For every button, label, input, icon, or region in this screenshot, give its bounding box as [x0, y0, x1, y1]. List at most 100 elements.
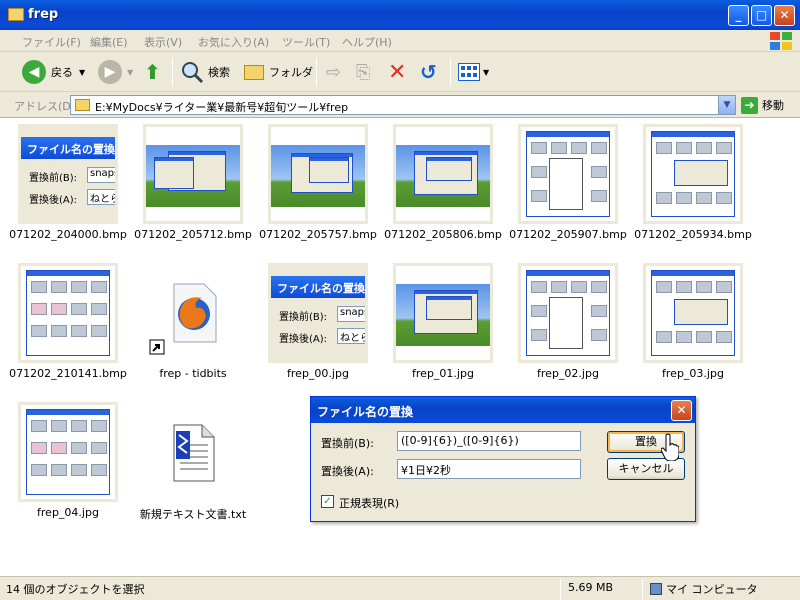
- folders-button[interactable]: フォルダ: [244, 58, 313, 86]
- minimize-button[interactable]: _: [728, 5, 749, 26]
- computer-icon: [650, 583, 662, 595]
- thumb-after-label: 置換後(A):: [29, 195, 78, 206]
- toolbar: ◀ 戻る ▼ ▶ ▼ ⬆ 検索 フォルダ ⇨ ⎘ ✕ ↺ ▼: [0, 52, 800, 92]
- file-item[interactable]: ファイル名の置換 置換前(B): snapsh 置換後(A): ねとら frep…: [268, 263, 368, 380]
- thumb-after-label: 置換後(A):: [279, 334, 328, 345]
- menu-view[interactable]: 表示(V): [144, 34, 182, 50]
- chevron-down-icon: ▼: [127, 67, 134, 77]
- file-name: 071202_205907.bmp: [509, 228, 627, 241]
- file-thumbnail: [268, 124, 368, 224]
- go-button[interactable]: ➔ 移動: [741, 96, 784, 114]
- file-item[interactable]: 新規テキスト文書.txt: [140, 402, 246, 522]
- thumb-after-field: ねとら: [337, 328, 365, 344]
- up-folder-button[interactable]: ⬆: [144, 58, 161, 86]
- chevron-down-icon: ▼: [79, 67, 86, 77]
- delete-x-icon: ✕: [388, 59, 407, 85]
- folders-label: フォルダ: [269, 66, 313, 79]
- copy-to-icon: ⎘: [356, 61, 371, 83]
- back-button[interactable]: ◀ 戻る ▼: [22, 58, 85, 86]
- status-location-label: マイ コンピュータ: [666, 583, 758, 596]
- windows-logo-icon: [768, 31, 794, 51]
- file-item[interactable]: 071202_205757.bmp: [259, 124, 377, 241]
- file-thumbnail: [393, 263, 493, 363]
- file-item[interactable]: frep_01.jpg: [393, 263, 493, 380]
- forward-button[interactable]: ▶ ▼: [98, 58, 133, 86]
- menu-help[interactable]: ヘルプ(H): [342, 34, 392, 50]
- back-arrow-icon: ◀: [22, 60, 46, 84]
- file-item[interactable]: frep_02.jpg: [518, 263, 618, 380]
- window-title: frep: [28, 7, 59, 22]
- file-thumbnail: [518, 263, 618, 363]
- close-button[interactable]: ✕: [774, 5, 795, 26]
- file-name: 071202_205806.bmp: [384, 228, 502, 241]
- folder-icon: [75, 99, 90, 111]
- search-icon: [182, 62, 204, 84]
- file-item[interactable]: 071202_210141.bmp: [9, 263, 127, 380]
- file-name: frep_03.jpg: [662, 367, 724, 380]
- copy-to-button[interactable]: ⎘: [356, 58, 370, 86]
- menu-edit[interactable]: 編集(E): [90, 34, 128, 50]
- status-selection: 14 個のオブジェクトを選択: [6, 583, 145, 596]
- file-thumbnail: [18, 402, 118, 502]
- firefox-shortcut-icon: [149, 283, 217, 355]
- file-name: 071202_205712.bmp: [134, 228, 252, 241]
- file-item[interactable]: frep_03.jpg: [643, 263, 743, 380]
- file-name: 新規テキスト文書.txt: [139, 508, 247, 521]
- file-name: frep_02.jpg: [537, 367, 599, 380]
- forward-arrow-icon: ▶: [98, 60, 122, 84]
- file-thumbnail: ファイル名の置換 置換前(B): snapsh 置換後(A): ねとら: [18, 124, 118, 224]
- address-input[interactable]: E:¥MyDocs¥ライター業¥最新号¥超旬ツール¥frep ▼: [70, 95, 736, 115]
- delete-button[interactable]: ✕: [388, 58, 406, 86]
- file-item[interactable]: 071202_205806.bmp: [384, 124, 502, 241]
- menu-bar: ファイル(F) 編集(E) 表示(V) お気に入り(A) ツール(T) ヘルプ(…: [0, 30, 800, 52]
- address-label: アドレス(D): [14, 100, 76, 113]
- after-input[interactable]: ¥1日¥2秒: [397, 459, 581, 479]
- folder-icon: [8, 8, 24, 21]
- file-item[interactable]: frep_04.jpg: [18, 402, 118, 519]
- title-bar[interactable]: frep _ □ ✕: [0, 0, 800, 30]
- search-button[interactable]: 検索: [180, 58, 230, 86]
- thumb-dialog-title: ファイル名の置換: [21, 137, 115, 159]
- status-location: マイ コンピュータ: [650, 581, 758, 597]
- back-label: 戻る: [51, 66, 73, 79]
- views-button[interactable]: ▼: [458, 58, 489, 86]
- dialog-title-bar[interactable]: ファイル名の置換 ✕: [311, 397, 695, 423]
- file-item[interactable]: ファイル名の置換 置換前(B): snapsh 置換後(A): ねとら 0712…: [9, 124, 127, 241]
- file-name: frep_01.jpg: [412, 367, 474, 380]
- menu-file[interactable]: ファイル(F): [22, 34, 81, 50]
- file-name: 071202_204000.bmp: [9, 228, 127, 241]
- dialog-close-button[interactable]: ✕: [671, 400, 692, 421]
- file-name: 071202_205934.bmp: [634, 228, 752, 241]
- file-item[interactable]: 071202_205934.bmp: [634, 124, 752, 241]
- views-icon: [458, 63, 480, 81]
- cancel-button[interactable]: キャンセル: [607, 458, 685, 480]
- file-name: frep - tidbits: [159, 367, 227, 380]
- status-bar: 14 個のオブジェクトを選択 5.69 MB マイ コンピュータ: [0, 576, 800, 600]
- regex-checkbox[interactable]: ✓: [321, 495, 334, 508]
- file-name: 071202_210141.bmp: [9, 367, 127, 380]
- file-name: 071202_205757.bmp: [259, 228, 377, 241]
- file-item[interactable]: frep - tidbits: [143, 263, 243, 380]
- undo-icon: ↺: [420, 60, 437, 84]
- address-dropdown-button[interactable]: ▼: [718, 96, 735, 114]
- go-arrow-icon: ➔: [741, 96, 758, 114]
- file-item[interactable]: 071202_205712.bmp: [134, 124, 252, 241]
- file-thumbnail: [143, 124, 243, 224]
- before-label: 置換前(B):: [321, 437, 374, 450]
- undo-button[interactable]: ↺: [420, 58, 437, 86]
- menu-tools[interactable]: ツール(T): [282, 34, 330, 50]
- rename-dialog: ファイル名の置換 ✕ 置換前(B): ([0-9]{6})_([0-9]{6})…: [310, 396, 696, 522]
- move-to-button[interactable]: ⇨: [326, 58, 341, 86]
- file-thumbnail: [518, 124, 618, 224]
- before-input[interactable]: ([0-9]{6})_([0-9]{6}): [397, 431, 581, 451]
- thumb-before-field: snapsh: [87, 167, 115, 183]
- menu-favorites[interactable]: お気に入り(A): [198, 34, 269, 50]
- after-label: 置換後(A):: [321, 465, 374, 478]
- up-arrow-icon: ⬆: [144, 60, 161, 84]
- file-item[interactable]: 071202_205907.bmp: [509, 124, 627, 241]
- maximize-button[interactable]: □: [751, 5, 772, 26]
- thumb-after-field: ねとら: [87, 189, 115, 205]
- file-thumbnail: [643, 124, 743, 224]
- thumb-before-label: 置換前(B):: [29, 173, 78, 184]
- thumb-before-label: 置換前(B):: [279, 312, 328, 323]
